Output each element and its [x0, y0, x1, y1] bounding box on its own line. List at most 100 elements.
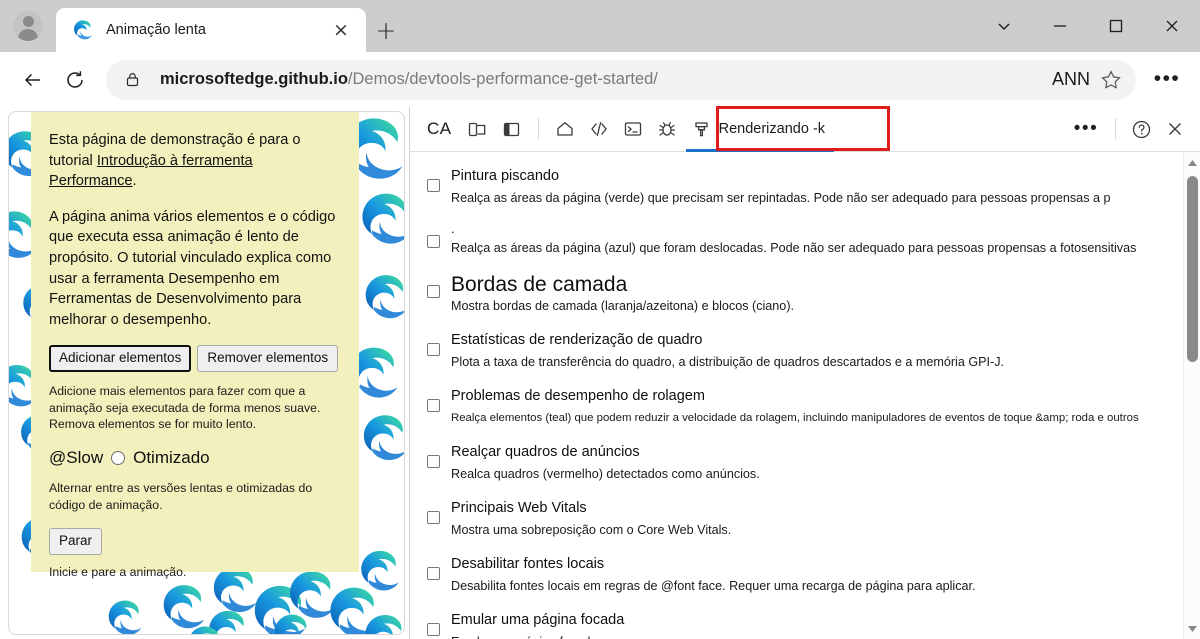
render-setting-text: Emular uma página focada Emula uma página… — [451, 610, 1173, 639]
tab-renderizando[interactable]: Renderizando -k — [684, 107, 836, 152]
render-setting-checkbox[interactable] — [427, 623, 440, 636]
edge-swirl-icon — [357, 190, 404, 248]
render-setting-text: Estatísticas de renderização de quadro Pl… — [451, 330, 1173, 371]
address-bar-url: microsoftedge.github.io/Demos/devtools-p… — [160, 70, 1044, 89]
home-icon[interactable] — [548, 112, 582, 146]
render-setting-text: . Realça as áreas da página (azul) que fo… — [451, 222, 1173, 257]
devtools-ca-label[interactable]: CA — [418, 119, 461, 139]
render-setting-row[interactable]: . Realça as áreas da página (azul) que fo… — [422, 222, 1173, 257]
render-setting-title: Emular uma página focada — [451, 612, 625, 628]
render-setting-description: Realça elementos (teal) que podem reduzi… — [451, 412, 1139, 424]
render-setting-title: Realçar quadros de anúncios — [451, 444, 640, 460]
render-setting-title: . — [451, 222, 455, 236]
render-settings-list: Pintura piscando Realça as áreas da págin… — [410, 152, 1183, 639]
render-setting-checkbox[interactable] — [427, 399, 440, 412]
help-question-icon[interactable] — [1124, 112, 1158, 146]
optimization-note: Alternar entre as versões lentas e otimi… — [49, 480, 313, 512]
devtools-close-icon[interactable] — [1158, 112, 1192, 146]
slow-radio-label[interactable]: @Slow — [49, 448, 103, 468]
render-setting-row[interactable]: Principais Web Vitals Mostra uma sobrepos… — [422, 498, 1173, 539]
render-setting-title: Bordas de camada — [451, 273, 628, 296]
debugger-bug-icon[interactable] — [650, 112, 684, 146]
device-emulation-icon[interactable] — [461, 112, 495, 146]
render-setting-checkbox[interactable] — [427, 285, 440, 298]
demo-intro-tail: . — [132, 173, 137, 190]
edge-swirl-icon — [361, 272, 404, 322]
render-setting-row[interactable]: Desabilitar fontes locais Desabilita font… — [422, 554, 1173, 595]
render-setting-title: Problemas de desempenho de rolagem — [451, 388, 705, 404]
profile-avatar-icon — [13, 11, 43, 41]
browser-tab-animacao-lenta[interactable]: Animação lenta × — [56, 8, 366, 52]
back-arrow-icon[interactable] — [12, 59, 54, 101]
optimized-radio-label[interactable]: Otimizado — [133, 448, 210, 468]
render-setting-text: Principais Web Vitals Mostra uma sobrepos… — [451, 498, 1173, 539]
scroll-up-arrow-icon[interactable] — [1184, 154, 1200, 171]
minimize-icon[interactable] — [1032, 0, 1088, 52]
optimization-radio-row: @Slow Otimizado — [49, 448, 343, 468]
scroll-down-arrow-icon[interactable] — [1184, 620, 1200, 637]
stop-button-row: Parar — [49, 528, 343, 555]
maximize-icon[interactable] — [1088, 0, 1144, 52]
lock-icon — [124, 71, 144, 88]
page-viewport[interactable]: Esta página de demonstração é para o tut… — [8, 111, 405, 635]
profile-button[interactable] — [0, 0, 56, 52]
tab-renderizando-label: Renderizando -k — [718, 121, 826, 137]
render-setting-row[interactable]: Problemas de desempenho de rolagem Realça… — [422, 386, 1173, 427]
browser-more-menu-button[interactable]: ••• — [1146, 59, 1188, 101]
edge-swirl-icon — [357, 548, 403, 594]
new-tab-button[interactable]: + — [366, 8, 406, 52]
render-setting-description: Mostra bordas de camada (laranja/azeiton… — [451, 299, 795, 313]
scrollbar-thumb[interactable] — [1187, 176, 1198, 362]
render-setting-checkbox[interactable] — [427, 179, 440, 192]
render-setting-row[interactable]: Bordas de camada Mostra bordas de camada … — [422, 272, 1173, 315]
browser-window: Animação lenta × + microsoftedge.github.… — [0, 0, 1200, 639]
tab-search-chevron-icon[interactable] — [976, 0, 1032, 52]
tab-close-icon[interactable]: × — [326, 15, 356, 45]
render-setting-row[interactable]: Realçar quadros de anúncios Realca quadro… — [422, 442, 1173, 483]
remove-elements-button[interactable]: Remover elementos — [197, 345, 339, 373]
favorite-star-icon[interactable] — [1094, 63, 1128, 97]
render-setting-checkbox[interactable] — [427, 511, 440, 524]
add-elements-note: Adicione mais elementos para fazer com q… — [49, 384, 321, 432]
optimized-radio-button[interactable] — [111, 450, 126, 465]
render-setting-description: Desabilita fontes locais em regras de @f… — [451, 579, 976, 593]
render-setting-text: Realçar quadros de anúncios Realca quadro… — [451, 442, 1173, 483]
url-domain: microsoftedge.github.io — [160, 70, 348, 88]
devtools-more-menu-button[interactable]: ••• — [1065, 108, 1107, 150]
close-icon[interactable] — [1144, 0, 1200, 52]
address-bar[interactable]: microsoftedge.github.io/Demos/devtools-p… — [106, 59, 1136, 100]
edge-swirl-icon — [271, 612, 313, 634]
render-setting-checkbox[interactable] — [427, 343, 440, 356]
url-path: /Demos/devtools-performance-get-started/ — [347, 70, 658, 88]
render-setting-row[interactable]: Pintura piscando Realça as áreas da págin… — [422, 166, 1173, 207]
title-bar: Animação lenta × + — [0, 0, 1200, 52]
render-setting-title: Pintura piscando — [451, 168, 560, 184]
render-setting-description: Realça as áreas da página (azul) que for… — [451, 241, 1137, 255]
render-setting-row[interactable]: Estatísticas de renderização de quadro Pl… — [422, 330, 1173, 371]
dock-side-panel-icon[interactable] — [495, 112, 529, 146]
toolbar-divider — [537, 118, 539, 140]
render-setting-text: Desabilitar fontes locais Desabilita font… — [451, 554, 1173, 595]
render-setting-checkbox[interactable] — [427, 567, 440, 580]
elements-code-icon[interactable] — [582, 112, 616, 146]
devtools-scrollbar[interactable] — [1183, 152, 1200, 639]
edge-swirl-icon — [359, 412, 404, 464]
render-setting-description: Realça as áreas da página (verde) que pr… — [451, 191, 1111, 205]
demo-description-box: Esta página de demonstração é para o tut… — [31, 112, 359, 579]
render-setting-checkbox[interactable] — [427, 455, 440, 468]
devtools-toolbar: CA Renderizando -k ••• — [410, 106, 1200, 152]
console-terminal-icon[interactable] — [616, 112, 650, 146]
stop-animation-button[interactable]: Parar — [49, 528, 103, 555]
devtools-panel: CA Renderizando -k ••• Pintura piscando … — [409, 106, 1200, 639]
reload-icon[interactable] — [54, 59, 96, 101]
render-setting-checkbox[interactable] — [427, 235, 440, 248]
render-setting-row[interactable]: Emular uma página focada Emula uma página… — [422, 610, 1173, 639]
edge-swirl-icon — [105, 598, 145, 634]
element-buttons-row: Adicionar elementos Remover elementos — [49, 345, 343, 373]
content-area: Esta página de demonstração é para o tut… — [0, 106, 1200, 639]
render-setting-title: Estatísticas de renderização de quadro — [451, 332, 703, 348]
render-setting-description: Emula uma página focada. — [451, 633, 1173, 639]
add-elements-button[interactable]: Adicionar elementos — [49, 345, 192, 373]
render-setting-text: Bordas de camada Mostra bordas de camada … — [451, 272, 1173, 315]
window-controls — [976, 0, 1200, 52]
